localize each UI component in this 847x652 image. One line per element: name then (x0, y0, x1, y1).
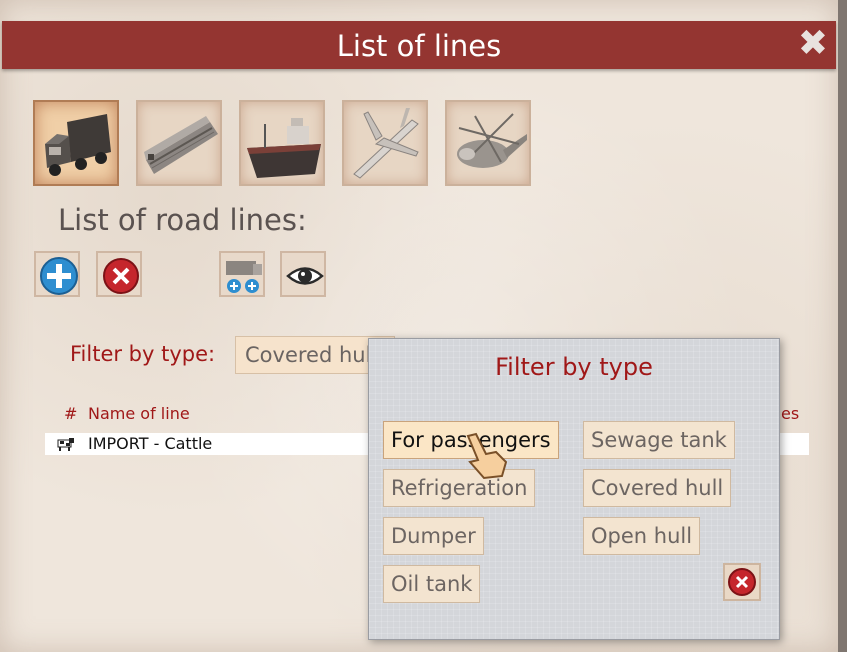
tab-road-vehicles[interactable] (33, 100, 119, 186)
line-name: IMPORT - Cattle (88, 434, 213, 453)
plane-icon (353, 108, 419, 179)
section-title: List of road lines: (58, 203, 307, 237)
view-button[interactable] (280, 251, 326, 297)
tab-air-vehicles[interactable] (342, 100, 428, 186)
option-sewage-tank[interactable]: Sewage tank (583, 421, 735, 459)
filter-label: Filter by type: (70, 342, 216, 366)
popup-title: Filter by type (495, 353, 653, 381)
add-line-icon (40, 257, 78, 295)
add-vehicles-button[interactable] (219, 251, 265, 297)
option-dumper[interactable]: Dumper (383, 517, 484, 555)
title-bar: List of lines ✖ (2, 21, 836, 69)
delete-line-icon (103, 258, 139, 294)
column-name-header: Name of line (88, 404, 190, 423)
option-oil-tank[interactable]: Oil tank (383, 565, 481, 603)
option-covered-hull[interactable]: Covered hull (583, 469, 732, 507)
column-partial-header: es (781, 404, 800, 423)
train-icon (144, 116, 218, 174)
hand-cursor-icon (466, 432, 508, 480)
ship-icon (247, 118, 321, 178)
add-line-button[interactable] (34, 251, 80, 297)
add-vehicles-icon (226, 261, 262, 293)
helicopter-icon (457, 113, 527, 168)
popup-close-button[interactable] (723, 563, 761, 601)
close-icon (723, 563, 761, 601)
tab-rail-vehicles[interactable] (136, 100, 222, 186)
close-icon[interactable]: ✖ (794, 25, 832, 63)
cow-icon (57, 438, 74, 451)
delete-line-button[interactable] (96, 251, 142, 297)
option-open-hull[interactable]: Open hull (583, 517, 701, 555)
window-title: List of lines (336, 29, 502, 63)
eye-icon (286, 267, 324, 285)
truck-icon (45, 114, 111, 176)
tab-helicopters[interactable] (445, 100, 531, 186)
option-refrigeration[interactable]: Refrigeration (383, 469, 536, 507)
column-number-header: # (64, 404, 78, 423)
tab-water-vehicles[interactable] (239, 100, 325, 186)
filter-by-type-popup: Filter by type For passengers Sewage tan… (368, 338, 780, 640)
